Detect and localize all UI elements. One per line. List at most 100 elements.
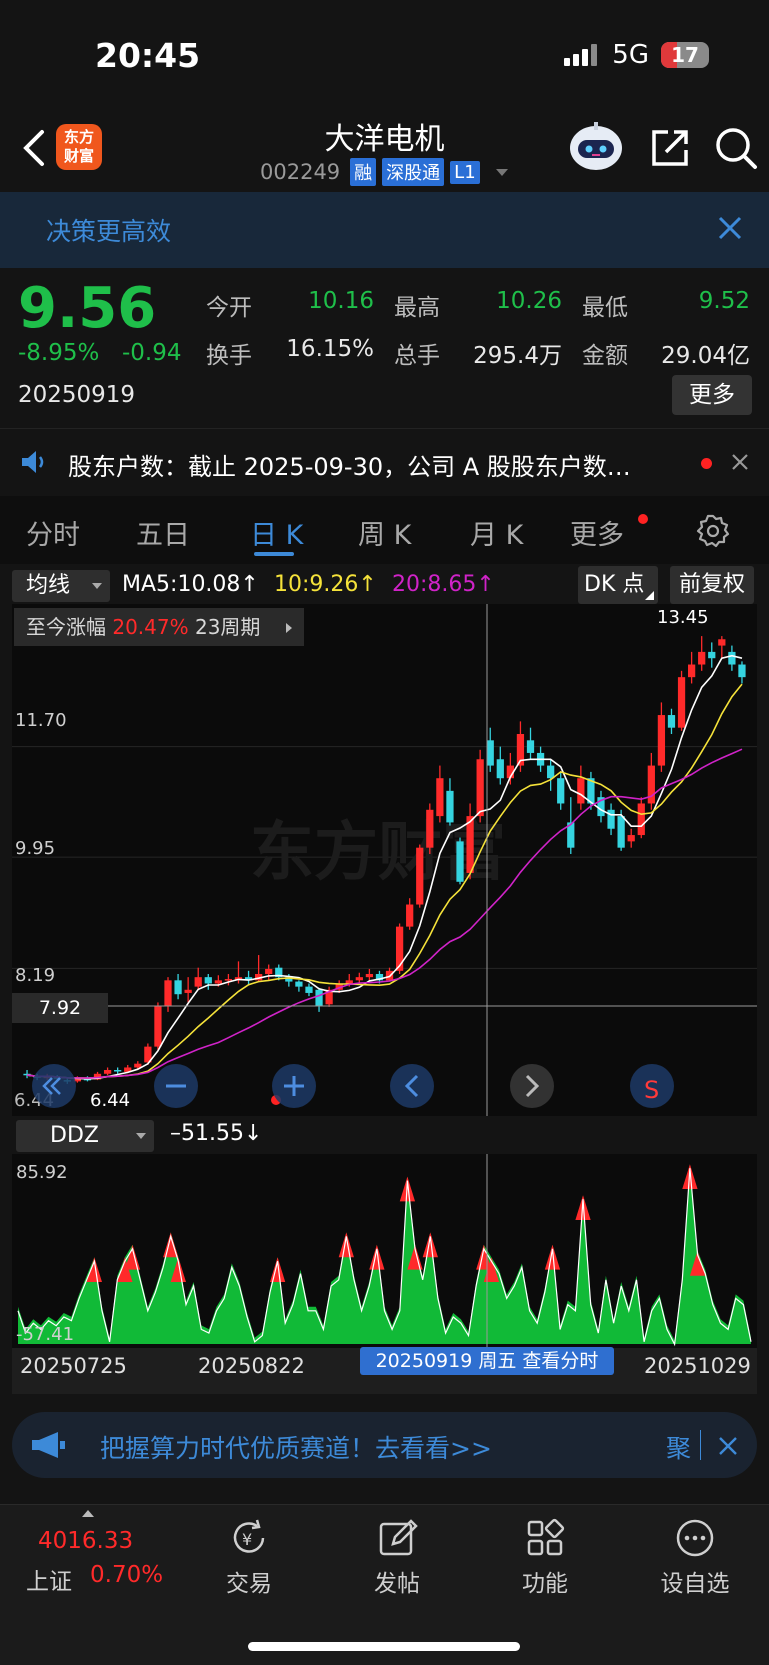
nav-post[interactable]: 发帖 <box>342 1516 452 1598</box>
unread-dot <box>638 514 648 524</box>
indicator-select-label: 均线 <box>26 573 71 598</box>
amount-label: 金额 <box>582 343 628 369</box>
nav-features-label: 功能 <box>522 1571 568 1597</box>
promo-tag: 聚 <box>666 1434 692 1463</box>
low-mark: 6.44 <box>90 1090 130 1111</box>
candle-body <box>728 651 736 665</box>
candle-body <box>677 677 686 728</box>
tag-level: L1 <box>450 160 480 184</box>
tab-weekly-k[interactable]: 周 K <box>358 513 411 552</box>
nav-trade[interactable]: ¥ 交易 <box>194 1516 304 1598</box>
candle-body <box>224 979 233 981</box>
chevron-left-icon[interactable] <box>390 1064 434 1108</box>
ddz-chart[interactable]: 85.92 -57.41 <box>12 1154 757 1348</box>
expand-up-icon[interactable] <box>82 1510 94 1517</box>
candle-body <box>617 816 625 848</box>
tab-monthly-k[interactable]: 月 K <box>470 513 523 552</box>
open-label: 今开 <box>206 295 252 321</box>
candle-body <box>687 664 696 678</box>
quote-date: 20250919 <box>18 382 136 408</box>
candle-body <box>103 1070 112 1074</box>
nav-watchlist[interactable]: 设自选 <box>640 1516 750 1598</box>
change-amount: -0.94 <box>122 340 182 366</box>
divider <box>700 1430 701 1460</box>
candle-body <box>204 977 212 984</box>
sub-indicator-label: DDZ <box>50 1123 99 1148</box>
gear-icon[interactable] <box>696 514 730 548</box>
candle-body <box>476 759 484 817</box>
search-icon[interactable] <box>714 126 758 170</box>
battery-level: 17 <box>671 43 699 67</box>
indicator-select[interactable]: 均线 <box>12 570 110 602</box>
amount-value: 29.04亿 <box>661 343 750 369</box>
unread-dot <box>701 458 712 469</box>
battery-icon: 17 <box>661 42 709 68</box>
status-time: 20:45 <box>95 36 201 75</box>
candle-body <box>738 664 746 678</box>
tab-five-day[interactable]: 五日 <box>136 513 190 552</box>
candle-body <box>526 740 535 753</box>
ad-banner[interactable]: 决策更高效 <box>0 192 769 268</box>
dk-points-button[interactable]: DK 点 <box>578 566 658 604</box>
index-change[interactable]: 0.70% <box>90 1562 163 1588</box>
candle-body <box>114 1070 122 1072</box>
candle-body <box>607 809 615 829</box>
candle-body <box>315 989 323 1006</box>
candle-body <box>557 778 565 804</box>
current-price: 9.56 <box>18 276 157 341</box>
candlestick-chart[interactable]: 东方财富 11.70 9.95 8.19 13.45 6.44 6.44 S <box>12 604 757 1116</box>
tab-daily-k[interactable]: 日 K <box>250 513 303 552</box>
notice-text[interactable]: 股东户数：截止 2025-09-30，公司 A 股股东户数… <box>68 447 631 482</box>
ddz-value: –51.55↓ <box>170 1121 263 1146</box>
view-intraday-pill[interactable]: 20250919 周五 查看分时 <box>360 1347 614 1375</box>
ma5-value: MA5:10.08↑ <box>122 572 259 597</box>
tab-intraday[interactable]: 分时 <box>26 513 80 552</box>
candle-body <box>184 989 192 993</box>
nav-features[interactable]: 功能 <box>490 1516 600 1598</box>
candle-body <box>295 981 303 987</box>
close-icon[interactable] <box>730 452 750 472</box>
x-date-2: 20250822 <box>198 1354 305 1378</box>
active-tab-indicator <box>254 552 294 556</box>
tab-more[interactable]: 更多 <box>570 513 624 552</box>
promo-banner[interactable]: 把握算力时代优质赛道！去看看>> 聚 <box>12 1412 757 1478</box>
candle-body <box>466 816 474 873</box>
home-indicator[interactable] <box>248 1642 520 1651</box>
more-circle-icon <box>676 1519 714 1557</box>
candle-body <box>446 790 454 823</box>
sub-indicator-select[interactable]: DDZ <box>16 1120 154 1152</box>
low-value: 9.52 <box>698 288 750 314</box>
chevron-down-icon <box>136 1133 146 1139</box>
high-label: 最高 <box>394 295 440 321</box>
candle-body <box>547 765 555 779</box>
chevron-right-icon[interactable] <box>510 1064 554 1108</box>
gain-value: 20.47% <box>112 615 189 639</box>
signal-icon <box>564 44 600 66</box>
candle-body <box>365 974 374 978</box>
crosshair-price-label: 7.92 <box>12 993 108 1023</box>
close-icon[interactable] <box>718 1436 738 1456</box>
gain-since-box[interactable]: 至今涨幅 20.47% 23周期 <box>14 608 304 646</box>
share-icon[interactable] <box>648 126 692 170</box>
index-value[interactable]: 4016.33 <box>38 1528 133 1554</box>
robot-assistant-icon[interactable] <box>566 120 626 172</box>
rewind-icon[interactable] <box>32 1064 76 1108</box>
index-name[interactable]: 上证 <box>26 1562 72 1596</box>
low-label: 最低 <box>582 295 628 321</box>
forward-adjust-button[interactable]: 前复权 <box>670 566 754 604</box>
chevron-down-icon[interactable] <box>495 168 508 176</box>
candle-body <box>456 841 464 882</box>
candle-body <box>486 740 494 766</box>
ma20-value: 20:8.65↑ <box>392 572 495 597</box>
stock-code: 002249 <box>260 160 341 184</box>
candle-body <box>627 835 635 842</box>
candle-body <box>194 977 202 987</box>
svg-text:¥: ¥ <box>242 1530 252 1549</box>
ma10-value: 10:9.26↑ <box>274 572 377 597</box>
more-quote-button[interactable]: 更多 <box>672 375 752 415</box>
stock-subtitle[interactable]: 002249 融 深股通 L1 <box>260 158 508 186</box>
candle-body <box>395 926 404 971</box>
close-icon[interactable] <box>716 214 744 242</box>
candle-body <box>164 980 172 1006</box>
grid-icon <box>527 1518 565 1556</box>
